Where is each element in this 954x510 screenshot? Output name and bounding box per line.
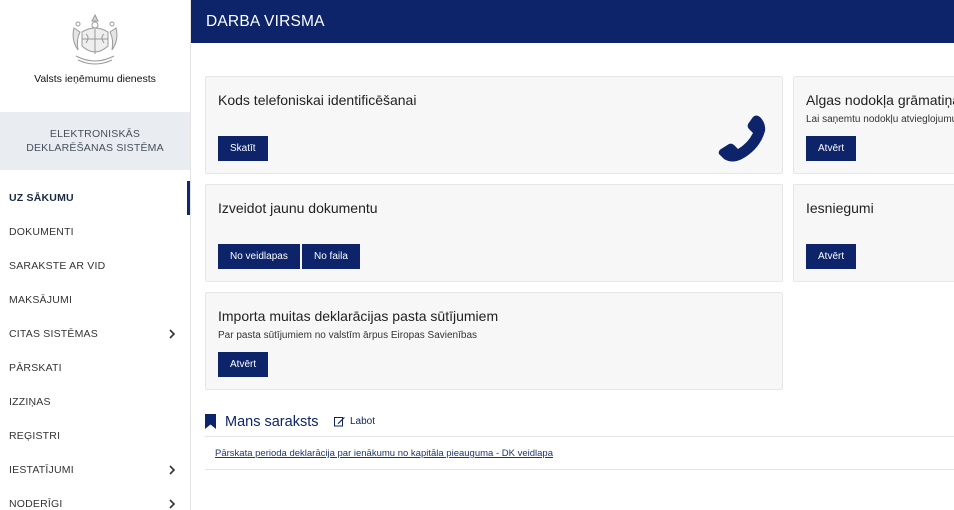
open-tax-book-button[interactable]: Atvērt — [806, 136, 857, 161]
view-code-button[interactable]: Skatīt — [218, 136, 268, 161]
sidebar: Valsts ieņēmumu dienests ELEKTRONISKĀS D… — [0, 0, 191, 510]
card-subtitle: Lai saņemtu nodokļu atvieglojumu — [806, 114, 954, 125]
card-title: Kods telefoniskai identificēšanai — [218, 92, 417, 108]
list-item-link[interactable]: Pārskata perioda deklarācija par ienākum… — [215, 448, 553, 459]
coat-of-arms-logo — [72, 13, 118, 65]
card-title: Izveidot jaunu dokumentu — [218, 200, 378, 216]
main-content: Kods telefoniskai identificēšanai Skatīt… — [191, 43, 954, 510]
edit-icon — [334, 417, 345, 427]
sidebar-item-label: PĀRSKATI — [9, 362, 62, 374]
sidebar-item-other-systems[interactable]: CITAS SISTĒMAS — [0, 317, 190, 351]
system-name-line2: DEKLARĒŠANAS SISTĒMA — [26, 142, 164, 154]
edit-label: Labot — [350, 416, 376, 427]
card-phone-identification: Kods telefoniskai identificēšanai Skatīt — [205, 76, 783, 174]
sidebar-item-payments[interactable]: MAKSĀJUMI — [0, 283, 190, 317]
chevron-right-icon — [169, 499, 176, 509]
sidebar-nav: UZ SĀKUMU DOKUMENTI SARAKSTE AR VID MAKS… — [0, 181, 190, 510]
open-submissions-button[interactable]: Atvērt — [806, 244, 857, 269]
sidebar-item-statements[interactable]: IZZIŅAS — [0, 385, 190, 419]
sidebar-item-label: IZZIŅAS — [9, 396, 51, 408]
card-new-document: Izveidot jaunu dokumentu No veidlapas No… — [205, 184, 783, 282]
system-name-box: ELEKTRONISKĀS DEKLARĒŠANAS SISTĒMA — [0, 112, 190, 170]
system-name-line1: ELEKTRONISKĀS — [49, 128, 141, 140]
my-list-header: Mans saraksts Labot — [205, 402, 954, 437]
sidebar-item-reports[interactable]: PĀRSKATI — [0, 351, 190, 385]
sidebar-item-label: IESTATĪJUMI — [9, 464, 74, 476]
card-title: Importa muitas deklarācijas pasta sūtīju… — [218, 308, 499, 324]
sidebar-item-correspondence[interactable]: SARAKSTE AR VID — [0, 249, 190, 283]
card-submissions: Iesniegumi Atvērt — [793, 184, 954, 282]
sidebar-item-label: CITAS SISTĒMAS — [9, 328, 98, 340]
sidebar-item-registers[interactable]: REĢISTRI — [0, 419, 190, 453]
sidebar-item-label: MAKSĀJUMI — [9, 294, 73, 306]
org-name: Valsts ieņēmumu dienests — [34, 73, 156, 85]
open-customs-button[interactable]: Atvērt — [218, 352, 269, 377]
from-file-button[interactable]: No faila — [302, 244, 360, 269]
app-root: Valsts ieņēmumu dienests ELEKTRONISKĀS D… — [0, 0, 954, 510]
my-list-section: Mans saraksts Labot Pārskata perioda dek… — [205, 402, 954, 470]
from-template-button[interactable]: No veidlapas — [218, 244, 300, 269]
sidebar-item-documents[interactable]: DOKUMENTI — [0, 215, 190, 249]
logo-area[interactable]: Valsts ieņēmumu dienests — [0, 12, 190, 112]
phone-icon — [718, 115, 766, 162]
bookmark-icon — [205, 414, 216, 429]
edit-list-link[interactable]: Labot — [334, 416, 375, 427]
sidebar-item-label: NODERĪGI — [9, 498, 63, 510]
card-title: Iesniegumi — [806, 200, 874, 216]
my-list-title: Mans saraksts — [225, 414, 319, 430]
sidebar-item-label: REĢISTRI — [9, 430, 61, 442]
list-item: Pārskata perioda deklarācija par ienākum… — [205, 437, 954, 470]
chevron-right-icon — [169, 329, 176, 339]
chevron-right-icon — [169, 465, 176, 475]
card-tax-book: Algas nodokļa grāmatiņa Lai saņemtu nodo… — [793, 76, 954, 174]
sidebar-item-useful[interactable]: NODERĪGI — [0, 487, 190, 510]
card-customs-declarations: Importa muitas deklarācijas pasta sūtīju… — [205, 292, 783, 390]
page-title: DARBA VIRSMA — [206, 13, 325, 30]
sidebar-item-settings[interactable]: IESTATĪJUMI — [0, 453, 190, 487]
sidebar-item-home[interactable]: UZ SĀKUMU — [0, 181, 190, 215]
sidebar-item-label: UZ SĀKUMU — [9, 192, 74, 204]
top-header: DARBA VIRSMA — [191, 0, 954, 43]
card-title: Algas nodokļa grāmatiņa — [806, 92, 954, 108]
sidebar-item-label: DOKUMENTI — [9, 226, 74, 238]
sidebar-item-label: SARAKSTE AR VID — [9, 260, 106, 272]
card-subtitle: Par pasta sūtījumiem no valstīm ārpus Ei… — [218, 330, 478, 341]
